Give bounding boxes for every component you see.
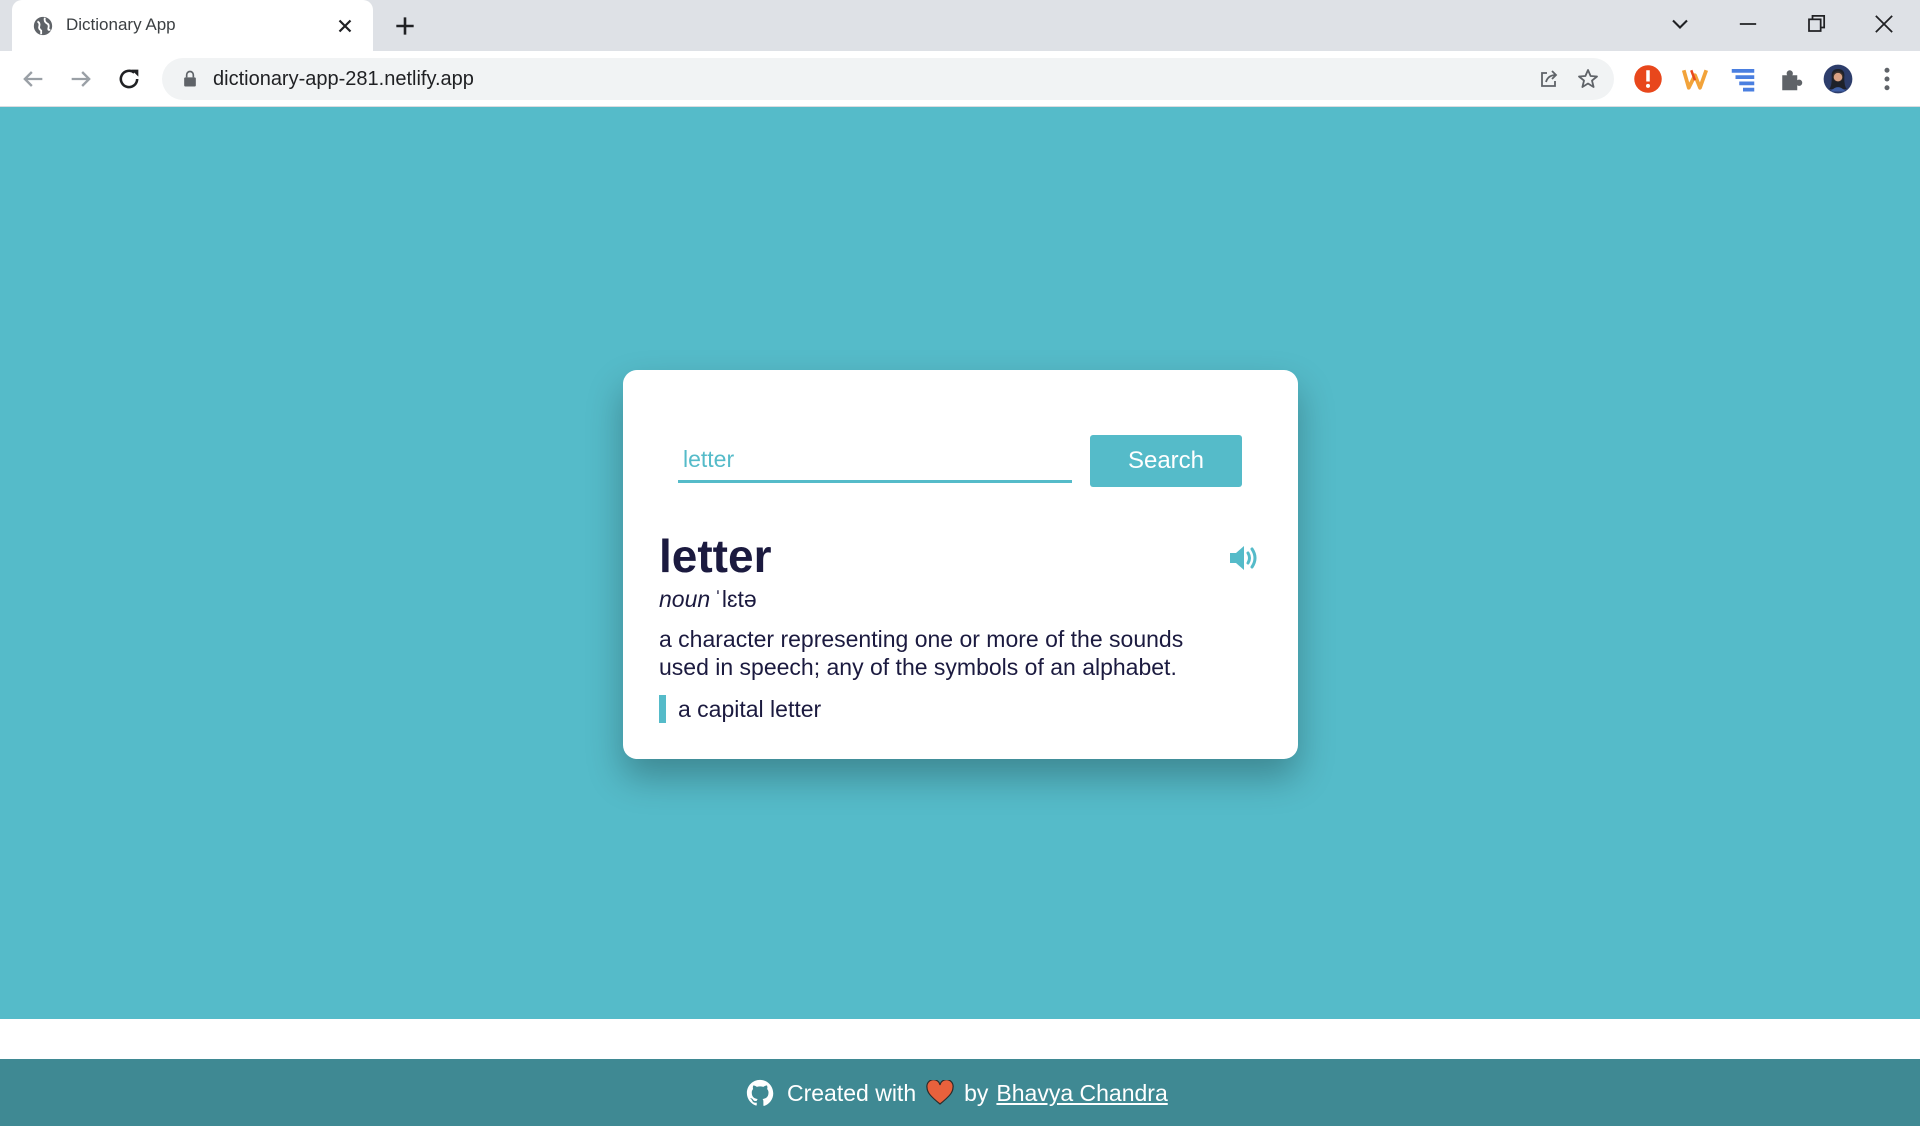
- example-quote-bar: [659, 695, 666, 723]
- footer-credits: Created with by Bhavya Chandra: [745, 1077, 1168, 1109]
- profile-avatar-icon[interactable]: [1823, 64, 1853, 94]
- github-icon[interactable]: [745, 1078, 775, 1108]
- close-tab-icon[interactable]: [334, 15, 356, 37]
- extension-w-icon[interactable]: [1680, 64, 1710, 94]
- minimize-icon[interactable]: [1734, 10, 1762, 38]
- example-text: a capital letter: [678, 696, 822, 722]
- dictionary-card: Search letter nounˈlɛtə a character repr…: [623, 370, 1298, 759]
- reload-icon[interactable]: [115, 65, 143, 93]
- search-input[interactable]: [678, 438, 1072, 483]
- forward-icon[interactable]: [67, 65, 95, 93]
- author-link[interactable]: Bhavya Chandra: [996, 1080, 1167, 1107]
- footer-created-with: Created with: [787, 1079, 917, 1106]
- extensions-puzzle-icon[interactable]: [1776, 64, 1806, 94]
- extension-lines-icon[interactable]: [1728, 64, 1758, 94]
- back-icon[interactable]: [19, 65, 47, 93]
- globe-icon: [33, 16, 53, 36]
- footer-by: by: [964, 1079, 989, 1106]
- word-title: letter: [659, 530, 772, 582]
- heart-icon: [926, 1080, 954, 1105]
- address-bar[interactable]: dictionary-app-281.netlify.app: [162, 58, 1614, 100]
- close-window-icon[interactable]: [1870, 10, 1898, 38]
- new-tab-icon[interactable]: [392, 13, 418, 39]
- footer: Created with by Bhavya Chandra: [0, 1059, 1920, 1126]
- part-of-speech: noun: [659, 586, 711, 612]
- url-text[interactable]: dictionary-app-281.netlify.app: [213, 68, 474, 91]
- extension-alert-icon[interactable]: [1633, 64, 1663, 94]
- tab-title: Dictionary App: [66, 15, 176, 34]
- browser-menu-icon[interactable]: [1872, 64, 1902, 94]
- browser-tab-strip: Dictionary App: [0, 0, 1920, 51]
- share-icon[interactable]: [1537, 67, 1561, 91]
- search-button[interactable]: Search: [1090, 435, 1242, 487]
- word-meta: noun ˈlɛtə: [659, 586, 757, 613]
- restore-icon[interactable]: [1802, 10, 1830, 38]
- page-content: Search letter nounˈlɛtə a character repr…: [0, 107, 1920, 1126]
- phonetic: ˈlɛtə: [714, 586, 757, 612]
- definition-text: a character representing one or more of …: [659, 626, 1184, 680]
- bookmark-star-icon[interactable]: [1576, 67, 1600, 91]
- lock-icon[interactable]: [180, 69, 200, 89]
- browser-toolbar: dictionary-app-281.netlify.app: [0, 51, 1920, 107]
- tab-search-icon[interactable]: [1666, 10, 1694, 38]
- browser-tab[interactable]: Dictionary App: [12, 0, 373, 51]
- speaker-icon[interactable]: [1228, 543, 1262, 573]
